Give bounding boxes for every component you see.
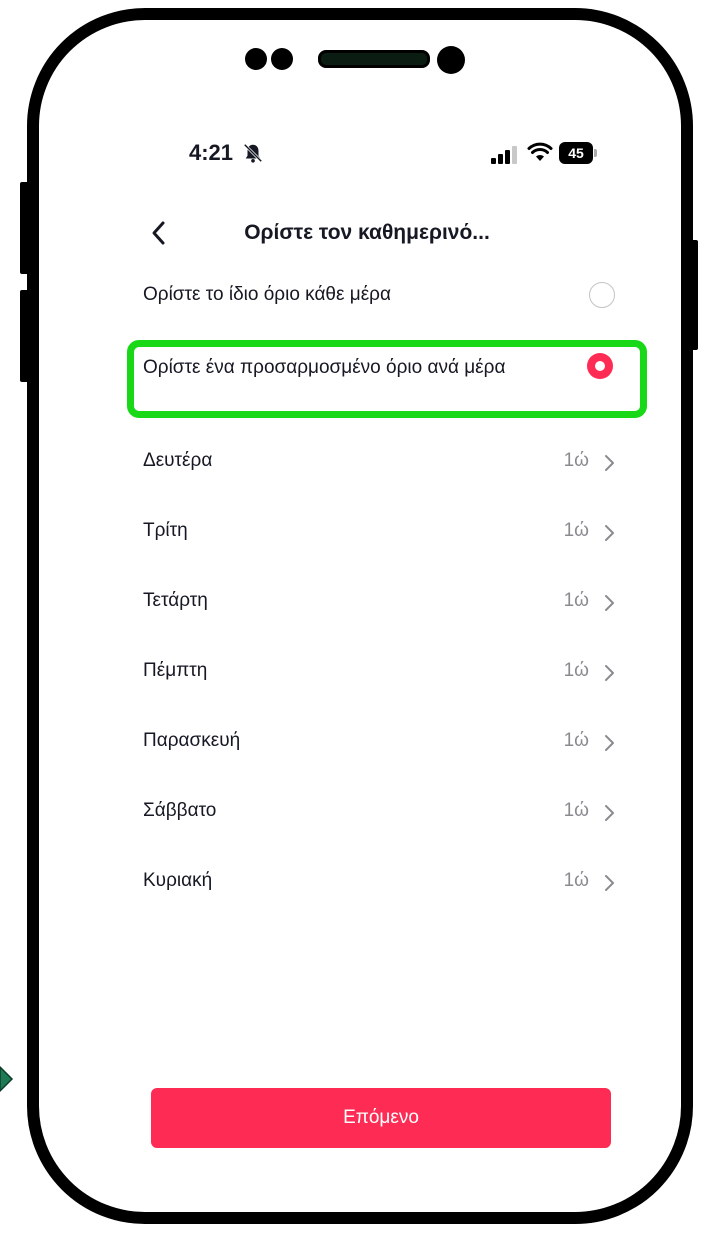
next-button[interactable]: Επόμενο xyxy=(151,1088,611,1148)
chevron-right-icon xyxy=(605,665,614,681)
bell-off-icon xyxy=(243,143,263,163)
day-limit-value: 1ώ xyxy=(563,590,589,611)
pointer-arrow-icon xyxy=(0,1065,14,1093)
day-label: Παρασκευή xyxy=(143,730,241,751)
day-row-wednesday[interactable]: Τετάρτη 1ώ xyxy=(143,590,615,620)
page-title: Ορίστε τον καθημερινό... xyxy=(244,221,490,244)
day-row-monday[interactable]: Δευτέρα 1ώ xyxy=(143,450,615,480)
chevron-right-icon xyxy=(605,875,614,891)
status-time: 4:21 xyxy=(189,140,234,165)
radio-unselected[interactable] xyxy=(589,282,615,308)
day-row-thursday[interactable]: Πέμπτη 1ώ xyxy=(143,660,615,690)
day-label: Σάββατο xyxy=(143,800,217,821)
screen: 4:21 45 Ορίστε τον καθημερινό... Ορίστε … xyxy=(27,8,669,1200)
day-label: Δευτέρα xyxy=(143,450,213,471)
day-limit-value: 1ώ xyxy=(563,450,589,471)
day-row-sunday[interactable]: Κυριακή 1ώ xyxy=(143,870,615,900)
day-label: Πέμπτη xyxy=(143,660,208,681)
day-row-tuesday[interactable]: Τρίτη 1ώ xyxy=(143,520,615,550)
option-custom-limit-label: Ορίστε ένα προσαρμοσμένο όριο ανά μέρα xyxy=(143,357,506,378)
day-limit-value: 1ώ xyxy=(563,520,589,541)
chevron-right-icon xyxy=(605,595,614,611)
battery-level: 45 xyxy=(559,142,593,164)
day-row-friday[interactable]: Παρασκευή 1ώ xyxy=(143,730,615,760)
chevron-right-icon xyxy=(605,735,614,751)
cellular-signal-icon xyxy=(491,146,517,164)
day-label: Τετάρτη xyxy=(143,590,208,611)
day-limit-value: 1ώ xyxy=(563,800,589,821)
option-same-limit-label: Ορίστε το ίδιο όριο κάθε μέρα xyxy=(143,284,391,305)
wifi-icon xyxy=(527,142,553,161)
chevron-right-icon xyxy=(605,455,614,471)
chevron-right-icon xyxy=(605,525,614,541)
day-limit-value: 1ώ xyxy=(563,870,589,891)
radio-selected[interactable] xyxy=(587,353,613,379)
chevron-right-icon xyxy=(605,805,614,821)
back-arrow-icon[interactable] xyxy=(147,218,171,248)
day-limit-value: 1ώ xyxy=(563,730,589,751)
day-row-saturday[interactable]: Σάββατο 1ώ xyxy=(143,800,615,830)
day-label: Κυριακή xyxy=(143,870,213,891)
day-label: Τρίτη xyxy=(143,520,188,541)
battery-icon: 45 xyxy=(559,142,599,164)
day-limit-value: 1ώ xyxy=(563,660,589,681)
option-custom-limit[interactable]: Ορίστε ένα προσαρμοσμένο όριο ανά μέρα xyxy=(143,353,615,406)
option-same-limit[interactable]: Ορίστε το ίδιο όριο κάθε μέρα xyxy=(143,282,615,314)
